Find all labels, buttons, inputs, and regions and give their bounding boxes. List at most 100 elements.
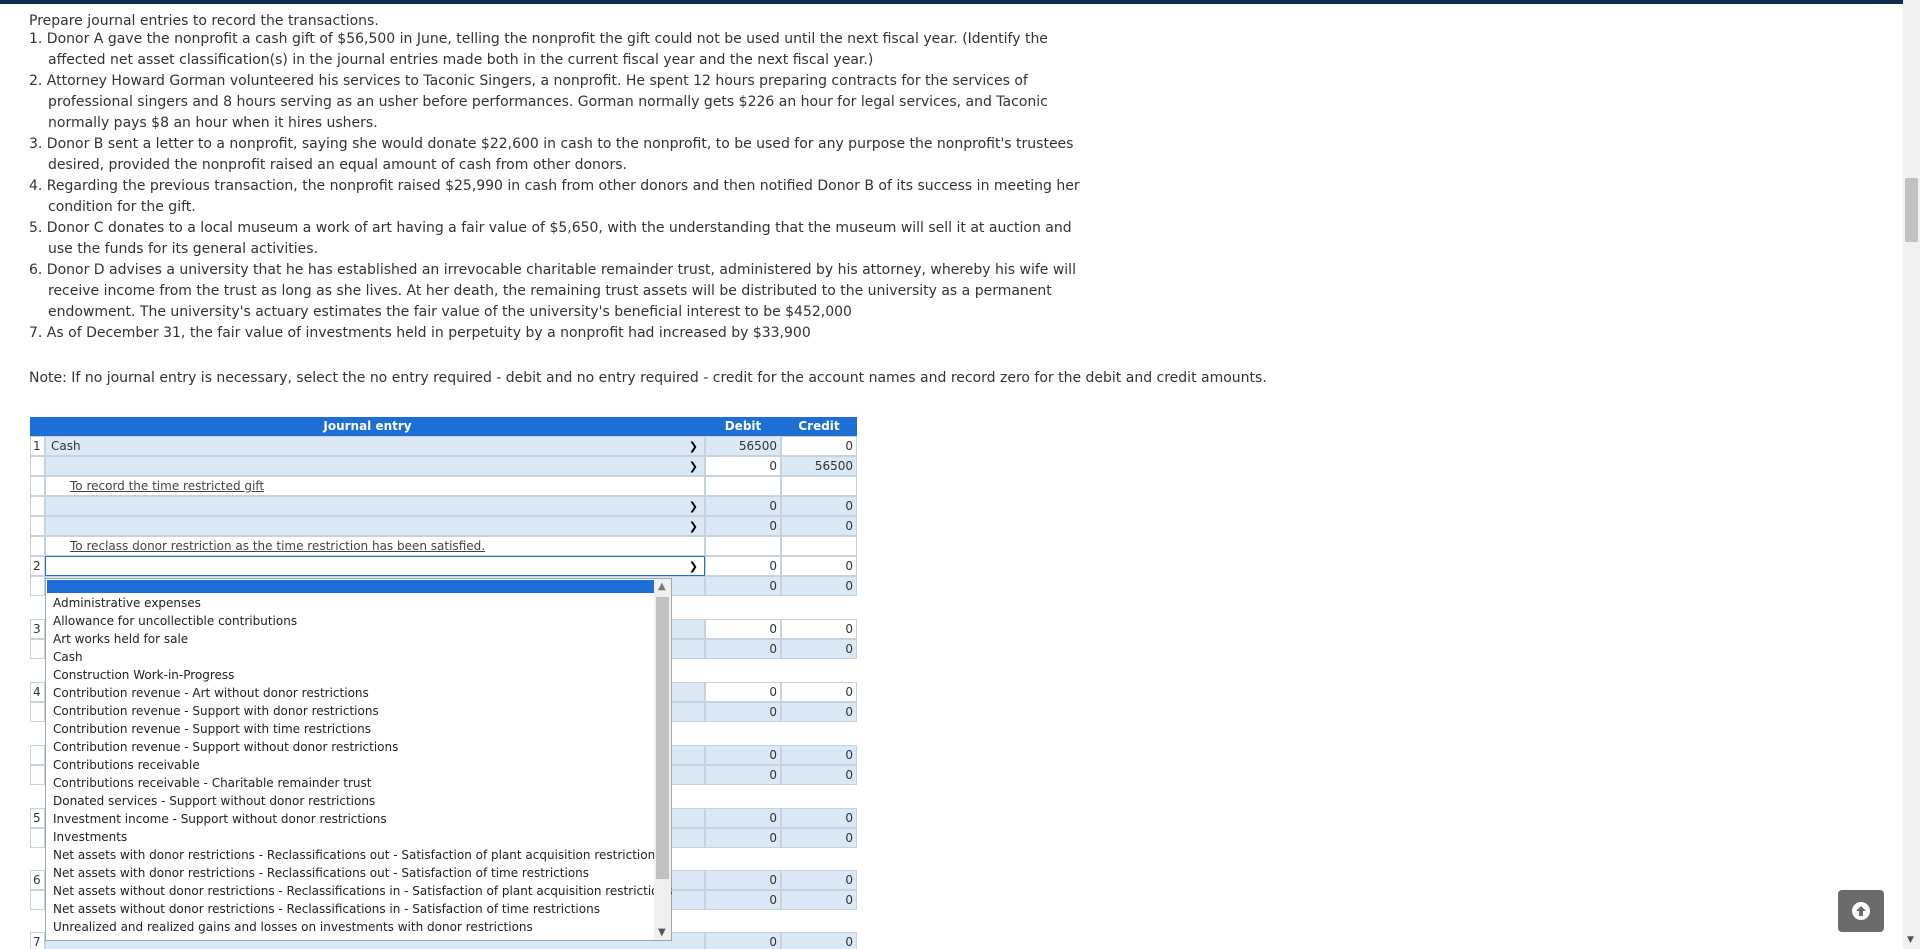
instructions-note: Note: If no journal entry is necessary, … — [29, 370, 1267, 386]
memo-cell[interactable]: To record the time restricted gift — [45, 476, 705, 496]
credit-input[interactable]: 0 — [781, 870, 857, 890]
credit-input[interactable]: 0 — [781, 828, 857, 848]
scroll-down-arrow-icon[interactable]: ▼ — [658, 927, 666, 938]
credit-input[interactable]: 0 — [781, 436, 857, 456]
dropdown-option[interactable]: Investment income - Support without dono… — [53, 810, 672, 828]
account-dropdown-list[interactable]: Administrative expenses Allowance for un… — [45, 578, 672, 941]
debit-input[interactable]: 0 — [705, 556, 781, 576]
dropdown-option[interactable]: Unrealized and realized gains and losses… — [53, 918, 672, 936]
page-scroll-thumb[interactable] — [1905, 178, 1918, 242]
debit-input[interactable]: 0 — [705, 619, 781, 639]
scroll-to-top-button[interactable] — [1838, 890, 1884, 932]
credit-input[interactable]: 0 — [781, 619, 857, 639]
account-select[interactable]: ❯ — [45, 496, 705, 516]
credit-input[interactable]: 0 — [781, 745, 857, 765]
debit-input[interactable]: 0 — [705, 456, 781, 476]
debit-input[interactable]: 0 — [705, 576, 781, 596]
dropdown-option[interactable]: Net assets without donor restrictions - … — [53, 882, 672, 900]
debit-input[interactable]: 0 — [705, 890, 781, 910]
debit-input[interactable]: 0 — [705, 765, 781, 785]
memo-cell[interactable]: To reclass donor restriction as the time… — [45, 536, 705, 556]
debit-input[interactable]: 0 — [705, 828, 781, 848]
entry-number: 2 — [30, 556, 45, 576]
credit-input[interactable]: 0 — [781, 702, 857, 722]
journal-header: Journal entry Debit Credit — [30, 417, 857, 436]
entry-number: 3 — [30, 619, 45, 639]
account-select[interactable]: Cash ❯ — [45, 436, 705, 456]
credit-input[interactable]: 0 — [781, 932, 857, 949]
credit-input[interactable]: 56500 — [781, 456, 857, 476]
account-select[interactable]: ❯ — [45, 456, 705, 476]
dropdown-option[interactable]: Contributions receivable — [53, 756, 672, 774]
entry-number — [30, 828, 45, 848]
table-row: ❯ 0 0 — [30, 496, 857, 516]
credit-input[interactable]: 0 — [781, 808, 857, 828]
credit-input[interactable]: 0 — [781, 496, 857, 516]
table-row: To reclass donor restriction as the time… — [30, 536, 857, 556]
entry-number — [30, 890, 45, 910]
table-row: ❯ 0 56500 — [30, 456, 857, 476]
account-select-open[interactable]: ❯ — [45, 556, 705, 576]
debit-input[interactable]: 0 — [705, 496, 781, 516]
dropdown-option[interactable]: Contributions receivable - Charitable re… — [53, 774, 672, 792]
credit-input[interactable]: 0 — [781, 890, 857, 910]
dropdown-option[interactable]: Contribution revenue - Support with time… — [53, 720, 672, 738]
transaction-item: 5. Donor C donates to a local museum a w… — [29, 220, 1072, 257]
debit-input[interactable]: 0 — [705, 870, 781, 890]
dropdown-scrollbar[interactable]: ▲ ▼ — [654, 579, 671, 940]
dropdown-option[interactable]: Investments — [53, 828, 672, 846]
entry-number — [30, 576, 45, 596]
scroll-down-arrow-icon[interactable]: ▼ — [1907, 935, 1914, 945]
dropdown-option[interactable]: Net assets with donor restrictions - Rec… — [53, 846, 672, 864]
debit-input[interactable]: 0 — [705, 682, 781, 702]
page-scrollbar[interactable]: ▼ — [1903, 0, 1920, 949]
debit-input[interactable]: 0 — [705, 745, 781, 765]
table-row: To record the time restricted gift — [30, 476, 857, 496]
dropdown-option[interactable]: Administrative expenses — [53, 594, 672, 612]
dropdown-option[interactable]: Art works held for sale — [53, 630, 672, 648]
header-credit: Credit — [781, 417, 857, 436]
transaction-item: 7. As of December 31, the fair value of … — [29, 325, 811, 341]
dropdown-option[interactable]: Net assets without donor restrictions - … — [53, 900, 672, 918]
credit-input[interactable]: 0 — [781, 516, 857, 536]
debit-empty — [705, 536, 781, 556]
credit-empty — [781, 536, 857, 556]
entry-number — [30, 745, 45, 765]
account-select[interactable]: ❯ — [45, 516, 705, 536]
chevron-down-icon: ❯ — [688, 560, 698, 573]
debit-input[interactable]: 0 — [705, 639, 781, 659]
credit-input[interactable]: 0 — [781, 556, 857, 576]
dropdown-options: Administrative expenses Allowance for un… — [53, 594, 672, 936]
dropdown-scroll-thumb[interactable] — [656, 597, 669, 879]
credit-input[interactable]: 0 — [781, 639, 857, 659]
credit-input[interactable]: 0 — [781, 682, 857, 702]
credit-input[interactable]: 0 — [781, 765, 857, 785]
dropdown-highlighted-option[interactable] — [47, 580, 654, 593]
chevron-down-icon: ❯ — [688, 460, 698, 473]
debit-input[interactable]: 0 — [705, 932, 781, 949]
dropdown-option[interactable]: Contribution revenue - Art without donor… — [53, 684, 672, 702]
entry-number: 6 — [30, 870, 45, 890]
debit-input[interactable]: 0 — [705, 808, 781, 828]
scroll-up-arrow-icon[interactable]: ▲ — [658, 581, 666, 592]
dropdown-option[interactable]: Construction Work-in-Progress — [53, 666, 672, 684]
dropdown-option[interactable]: Net assets with donor restrictions - Rec… — [53, 864, 672, 882]
dropdown-option[interactable]: Donated services - Support without donor… — [53, 792, 672, 810]
header-journal-entry: Journal entry — [30, 417, 705, 436]
debit-input[interactable]: 0 — [705, 702, 781, 722]
transaction-item: 1. Donor A gave the nonprofit a cash gif… — [29, 31, 1048, 68]
entry-number — [30, 765, 45, 785]
entry-number: 7 — [30, 932, 45, 949]
debit-input[interactable]: 0 — [705, 516, 781, 536]
credit-input[interactable]: 0 — [781, 576, 857, 596]
transaction-item: 4. Regarding the previous transaction, t… — [29, 178, 1080, 215]
transaction-item: 3. Donor B sent a letter to a nonprofit,… — [29, 136, 1074, 173]
dropdown-option[interactable]: Allowance for uncollectible contribution… — [53, 612, 672, 630]
dropdown-option[interactable]: Cash — [53, 648, 672, 666]
chevron-down-icon: ❯ — [688, 500, 698, 513]
table-row: 1 Cash ❯ 56500 0 — [30, 436, 857, 456]
debit-input[interactable]: 56500 — [705, 436, 781, 456]
dropdown-option[interactable]: Contribution revenue - Support with dono… — [53, 702, 672, 720]
memo-text: To record the time restricted gift — [70, 479, 265, 493]
dropdown-option[interactable]: Contribution revenue - Support without d… — [53, 738, 672, 756]
